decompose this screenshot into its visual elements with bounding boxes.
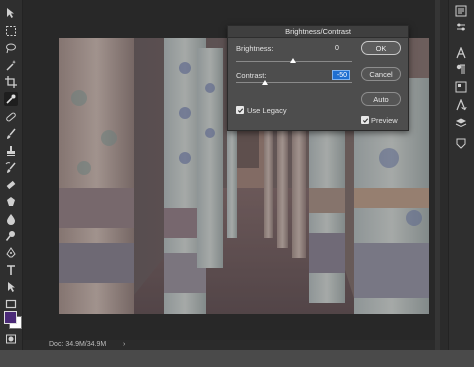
brightness-contrast-dialog: Brightness/Contrast Brightness: 0 Contra… <box>227 25 409 131</box>
lasso-tool-icon[interactable] <box>4 41 18 55</box>
clone-stamp-tool-icon[interactable] <box>4 144 18 158</box>
gradient-tool-icon[interactable] <box>4 195 18 209</box>
cancel-button[interactable]: Cancel <box>361 67 401 81</box>
history-brush-tool-icon[interactable] <box>4 161 18 175</box>
channels-panel-icon[interactable] <box>454 136 468 150</box>
glyphs-panel-icon[interactable] <box>454 98 468 112</box>
healing-brush-tool-icon[interactable] <box>4 110 18 124</box>
path-selection-tool-icon[interactable] <box>4 280 18 294</box>
character-panel-icon[interactable] <box>454 46 468 60</box>
move-tool-icon[interactable] <box>4 6 18 20</box>
eyedropper-tool-icon[interactable] <box>4 92 18 106</box>
tools-panel <box>0 0 23 350</box>
layers-panel-icon[interactable] <box>454 116 468 130</box>
eraser-tool-icon[interactable] <box>4 178 18 192</box>
contrast-value-field[interactable]: -50 <box>332 70 350 80</box>
pen-tool-icon[interactable] <box>4 246 18 260</box>
brush-tool-icon[interactable] <box>4 127 18 141</box>
panel-strip <box>448 0 474 350</box>
rectangle-tool-icon[interactable] <box>4 297 18 311</box>
preview-label: Preview <box>371 116 398 125</box>
use-legacy-label: Use Legacy <box>247 106 287 115</box>
vertical-scrollbar[interactable] <box>440 0 448 350</box>
contrast-label: Contrast: <box>236 71 267 80</box>
ok-button[interactable]: OK <box>361 41 401 55</box>
foreground-color-swatch[interactable] <box>4 311 17 324</box>
contrast-slider-thumb[interactable] <box>262 80 268 85</box>
paragraph-panel-icon[interactable] <box>454 62 468 76</box>
marquee-tool-icon[interactable] <box>4 24 18 38</box>
brightness-value-field[interactable]: 0 <box>332 43 352 53</box>
type-tool-icon[interactable] <box>4 263 18 277</box>
crop-tool-icon[interactable] <box>4 75 18 89</box>
contrast-slider-track[interactable] <box>236 82 352 83</box>
quick-mask-icon[interactable] <box>4 332 18 346</box>
brightness-slider-thumb[interactable] <box>290 58 296 63</box>
properties-panel-icon[interactable] <box>454 20 468 34</box>
history-panel-icon[interactable] <box>454 4 468 18</box>
doc-size-info: Doc: 34.9M/34.9M <box>49 341 107 348</box>
status-bar: Doc: 34.9M/34.9M › <box>23 340 435 350</box>
blur-tool-icon[interactable] <box>4 212 18 226</box>
swatches-panel-icon[interactable] <box>454 80 468 94</box>
auto-button[interactable]: Auto <box>361 92 401 106</box>
bottom-bar <box>0 350 474 367</box>
preview-checkbox[interactable] <box>361 116 369 124</box>
dialog-title: Brightness/Contrast <box>228 26 408 38</box>
status-menu-arrow[interactable]: › <box>123 340 125 350</box>
use-legacy-checkbox[interactable] <box>236 106 244 114</box>
magic-wand-tool-icon[interactable] <box>4 58 18 72</box>
dodge-tool-icon[interactable] <box>4 229 18 243</box>
brightness-label: Brightness: <box>236 44 274 53</box>
